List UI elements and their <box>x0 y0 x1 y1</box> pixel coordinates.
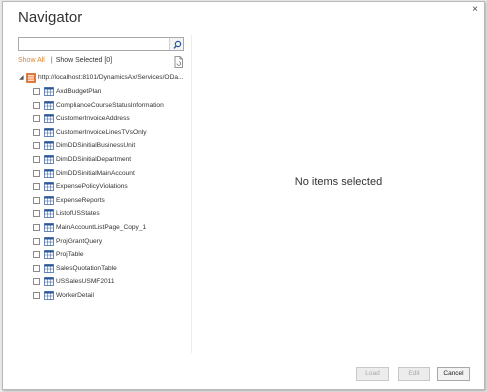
tree-item-label: WorkerDetail <box>56 291 94 299</box>
table-icon <box>44 263 54 273</box>
table-icon <box>44 114 54 124</box>
tree-item-label: DimDDSinitialMainAccount <box>56 169 135 177</box>
tree-item[interactable]: SalesQuotationTable <box>18 262 188 276</box>
item-checkbox[interactable] <box>33 223 40 231</box>
tree-item[interactable]: DimDDSinitialBusinessUnit <box>18 139 188 153</box>
close-icon[interactable]: × <box>472 5 478 15</box>
pane-splitter[interactable] <box>191 35 192 353</box>
table-icon <box>44 250 54 259</box>
tree-item[interactable]: AxdBudgetPlan <box>18 85 188 99</box>
tree-item-label: SalesQuotationTable <box>56 264 117 272</box>
tree-item-label: ExpenseReports <box>56 196 105 204</box>
load-button[interactable]: Load <box>356 367 389 381</box>
tree-item-label: USSalesUSMF2011 <box>56 278 115 286</box>
tree-root-label: http://localhost:8101/DynamicsAx/Service… <box>38 74 184 81</box>
empty-preview-message: No items selected <box>294 176 383 188</box>
item-checkbox[interactable] <box>33 278 40 286</box>
table-icon <box>44 100 54 110</box>
search-box <box>18 37 184 51</box>
tree-item-label: AxdBudgetPlan <box>56 88 102 95</box>
table-icon <box>44 155 54 164</box>
edit-button[interactable]: Edit <box>398 367 430 381</box>
table-icon <box>44 236 54 246</box>
tree-item[interactable]: WorkerDetail <box>18 289 188 303</box>
item-checkbox[interactable] <box>33 142 40 150</box>
dialog-title: Navigator <box>18 9 83 26</box>
tree-item-label: ProjTable <box>56 251 84 259</box>
item-checkbox[interactable] <box>33 196 40 204</box>
tree-item-label: DimDDSinitialDepartment <box>56 155 132 163</box>
table-icon <box>44 168 54 178</box>
tree-item[interactable]: ProjTable <box>18 248 188 262</box>
item-checkbox[interactable] <box>33 210 40 218</box>
item-checkbox[interactable] <box>33 101 40 109</box>
show-selected-link[interactable]: Show Selected [0] <box>56 57 112 64</box>
table-icon <box>44 87 54 96</box>
table-icon <box>44 223 54 232</box>
refresh-document-icon[interactable] <box>174 55 184 68</box>
item-checkbox[interactable] <box>33 155 40 163</box>
tree-item[interactable]: USSalesUSMF2011 <box>18 275 188 289</box>
item-checkbox[interactable] <box>33 183 40 191</box>
table-icon <box>44 127 54 137</box>
table-icon <box>44 291 54 300</box>
tree-root-node[interactable]: ◢ http://localhost:8101/DynamicsAx/Servi… <box>18 72 188 85</box>
navigator-tree: ◢ http://localhost:8101/DynamicsAx/Servi… <box>18 72 188 303</box>
item-checkbox[interactable] <box>33 251 40 259</box>
item-checkbox[interactable] <box>33 264 40 272</box>
tree-item-label: CustomerInvoiceAddress <box>56 115 130 123</box>
tree-item[interactable]: ListofUSStates <box>18 207 188 221</box>
item-checkbox[interactable] <box>33 237 40 245</box>
tree-item-label: ListofUSStates <box>56 210 100 218</box>
tree-item-label: ExpensePolicyViolations <box>56 183 128 191</box>
tree-item[interactable]: CustomerInvoiceAddress <box>18 112 188 126</box>
tree-item-label: DimDDSinitialBusinessUnit <box>56 142 136 150</box>
search-button[interactable] <box>169 38 183 50</box>
tree-item[interactable]: DimDDSinitialDepartment <box>18 153 188 167</box>
tree-item[interactable]: CustomerInvoiceLinesTVsOnly <box>18 126 188 140</box>
item-checkbox[interactable] <box>33 128 40 136</box>
table-icon <box>44 209 54 219</box>
expand-arrow-icon[interactable]: ◢ <box>19 74 24 81</box>
link-separator: | <box>50 57 53 64</box>
tree-item[interactable]: ComplianceCourseStatusInformation <box>18 99 188 113</box>
filter-links: Show All | Show Selected [0] <box>18 57 112 67</box>
table-icon <box>44 277 54 287</box>
item-checkbox[interactable] <box>33 291 40 299</box>
odata-feed-icon <box>26 73 36 83</box>
tree-item[interactable]: MainAccountListPage_Copy_1 <box>18 221 188 235</box>
tree-item[interactable]: ExpensePolicyViolations <box>18 180 188 194</box>
navigator-dialog: × Navigator Show All | Show Selected [0] ◢ <box>2 1 485 390</box>
show-all-link[interactable]: Show All <box>18 57 45 64</box>
search-input[interactable] <box>19 38 169 50</box>
tree-item[interactable]: ExpenseReports <box>18 194 188 208</box>
search-icon <box>173 40 182 49</box>
item-checkbox[interactable] <box>33 169 40 177</box>
tree-item-label: ComplianceCourseStatusInformation <box>56 101 164 109</box>
table-icon <box>44 182 54 192</box>
cancel-button[interactable]: Cancel <box>437 367 470 381</box>
table-icon <box>44 141 54 151</box>
tree-item-label: MainAccountListPage_Copy_1 <box>56 223 147 231</box>
table-icon <box>44 195 54 205</box>
tree-item-label: CustomerInvoiceLinesTVsOnly <box>56 128 147 136</box>
item-checkbox[interactable] <box>33 88 40 95</box>
tree-item[interactable]: ProjGrantQuery <box>18 235 188 249</box>
tree-item-label: ProjGrantQuery <box>56 237 103 245</box>
tree-item[interactable]: DimDDSinitialMainAccount <box>18 167 188 181</box>
item-checkbox[interactable] <box>33 115 40 123</box>
